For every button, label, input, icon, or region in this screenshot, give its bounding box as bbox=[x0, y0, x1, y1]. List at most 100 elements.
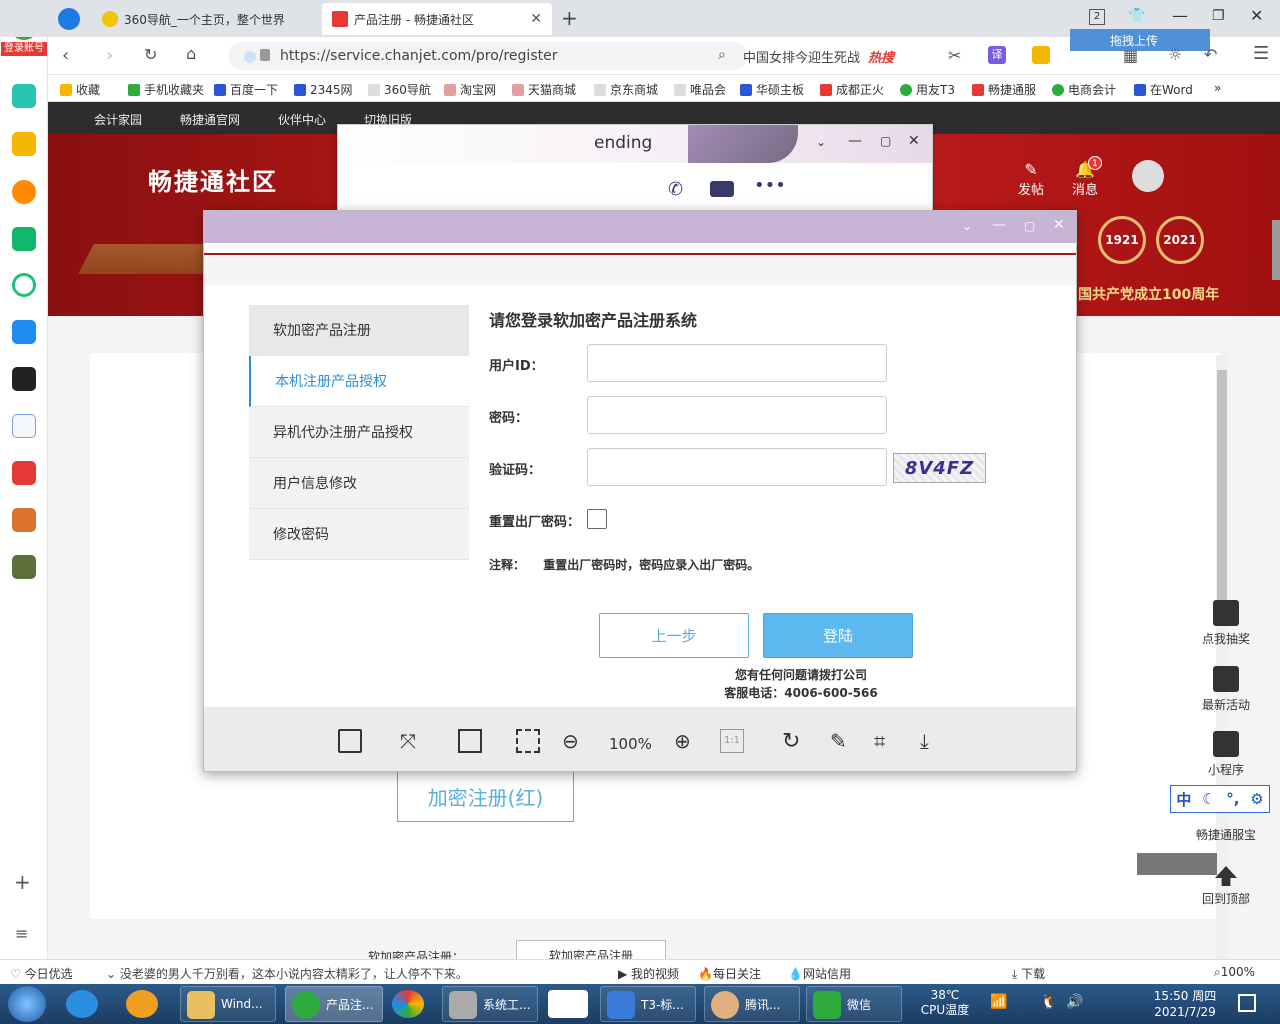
chat-maximize-icon[interactable]: ▢ bbox=[880, 134, 891, 148]
undo-icon[interactable]: ↶ bbox=[1204, 45, 1217, 64]
taskbar-item[interactable]: T3-标... bbox=[600, 986, 696, 1022]
menu-item-local-register[interactable]: 本机注册产品授权 bbox=[249, 356, 469, 407]
news-ticker[interactable]: ⌄ 没老婆的男人千万别看，这本小说内容太精彩了，让人停不下来。 bbox=[106, 965, 468, 982]
edit-image-icon[interactable]: ✎ bbox=[830, 729, 854, 753]
security-icon[interactable] bbox=[244, 51, 256, 63]
navigation-icon[interactable] bbox=[58, 8, 80, 30]
health-icon[interactable] bbox=[12, 84, 36, 108]
dialog-chevron-icon[interactable]: ⌄ bbox=[962, 219, 972, 233]
new-tab-icon[interactable]: + bbox=[561, 6, 578, 30]
home-icon[interactable]: ⌂ bbox=[186, 44, 196, 63]
menu-list-icon[interactable]: ≡ bbox=[15, 924, 28, 943]
captcha-input[interactable] bbox=[587, 448, 887, 486]
back-icon[interactable]: ‹ bbox=[62, 45, 69, 66]
password-input[interactable] bbox=[587, 396, 887, 434]
bookmark-item[interactable]: 360导航 bbox=[368, 81, 431, 98]
download-icon[interactable]: ⤓ bbox=[920, 729, 944, 753]
dialog-close-icon[interactable]: ✕ bbox=[1053, 217, 1065, 233]
game-icon[interactable] bbox=[12, 508, 36, 532]
wifi-icon[interactable]: 📶 bbox=[990, 994, 1007, 1010]
soft-encrypt-register-button[interactable]: 软加密产品注册 bbox=[516, 940, 666, 959]
reset-password-checkbox[interactable] bbox=[587, 509, 607, 529]
punct-icon[interactable]: °, bbox=[1226, 790, 1239, 808]
video-call-icon[interactable] bbox=[710, 181, 734, 197]
game2-icon[interactable] bbox=[12, 555, 36, 579]
taskbar-item[interactable]: 产品注... bbox=[285, 986, 383, 1022]
bookmark-item[interactable]: 畅捷通服 bbox=[972, 81, 1036, 98]
layout-icon[interactable] bbox=[338, 729, 362, 753]
cloud-icon[interactable] bbox=[12, 273, 36, 297]
brightness-icon[interactable]: ☼ bbox=[1168, 45, 1182, 64]
ocr-icon[interactable] bbox=[458, 729, 482, 753]
qq-tray-icon[interactable]: 🐧 bbox=[1040, 994, 1057, 1010]
favorite-star-icon[interactable] bbox=[12, 132, 36, 156]
close-window-icon[interactable]: ✕ bbox=[1250, 6, 1263, 25]
taskbar-item[interactable]: 腾讯... bbox=[704, 986, 800, 1022]
ime-toolbar[interactable]: 中 ☾ °, ⚙ bbox=[1170, 785, 1270, 813]
translate-icon[interactable]: 译 bbox=[988, 46, 1006, 64]
rotate-icon[interactable]: ↻ bbox=[782, 729, 806, 754]
p-app-icon[interactable] bbox=[12, 320, 36, 344]
site-title[interactable]: 畅捷通社区 bbox=[148, 162, 278, 197]
global-news-icon[interactable] bbox=[12, 367, 36, 391]
encrypt-register-red-button[interactable]: 加密注册(红) bbox=[397, 770, 574, 822]
bookmark-item[interactable]: 成都正火 bbox=[820, 81, 884, 98]
minimize-icon[interactable]: — bbox=[1172, 6, 1188, 25]
app-icon[interactable] bbox=[126, 990, 158, 1018]
today-picks[interactable]: ♡ 今日优选 bbox=[10, 965, 73, 982]
baidu-disk-icon[interactable] bbox=[548, 990, 588, 1018]
scroll-thumb[interactable] bbox=[1217, 370, 1227, 600]
tab-product-register[interactable]: 产品注册 - 畅捷通社区 ✕ bbox=[322, 3, 552, 35]
voice-call-icon[interactable]: ✆ bbox=[668, 179, 683, 200]
upload-button[interactable]: 拖拽上传 bbox=[1070, 29, 1210, 51]
chat-close-icon[interactable]: ✕ bbox=[908, 133, 920, 149]
url-input[interactable]: https://service.chanjet.com/pro/register bbox=[228, 42, 748, 70]
activity-floater[interactable]: 最新活动 bbox=[1196, 666, 1256, 713]
bookmark-item[interactable]: 唯品会 bbox=[674, 81, 726, 98]
tab-count-badge[interactable]: 2 bbox=[1089, 9, 1105, 25]
fit-icon[interactable]: ⤧ bbox=[400, 729, 424, 753]
bookmark-item[interactable]: 百度一下 bbox=[214, 81, 278, 98]
forward-icon[interactable]: › bbox=[106, 45, 113, 66]
word-doc-icon[interactable] bbox=[12, 414, 36, 438]
my-videos[interactable]: ▶ 我的视频 bbox=[618, 965, 679, 982]
start-button[interactable] bbox=[8, 986, 46, 1022]
lottery-floater[interactable]: 点我抽奖 bbox=[1196, 600, 1256, 647]
taskbar-item[interactable]: 系统工... bbox=[442, 986, 538, 1022]
taskbar-item[interactable]: 微信 bbox=[806, 986, 902, 1022]
chevron-down-icon[interactable]: ⌄ bbox=[816, 135, 826, 149]
zoom-out-icon[interactable]: ⊖ bbox=[562, 729, 586, 753]
bookmark-item[interactable]: 天猫商城 bbox=[512, 81, 576, 98]
volume-icon[interactable]: 🔊 bbox=[1066, 994, 1083, 1010]
dialog-maximize-icon[interactable]: ▢ bbox=[1024, 219, 1035, 233]
nav-link[interactable]: 会计家园 bbox=[94, 111, 142, 128]
miniprogram-floater[interactable]: 小程序 bbox=[1196, 731, 1256, 778]
coupon-icon[interactable] bbox=[1032, 46, 1050, 64]
bookmark-item[interactable]: 用友T3 bbox=[900, 81, 955, 98]
post-button[interactable]: ✎ 发帖 bbox=[1016, 160, 1046, 198]
grid-icon[interactable]: ▦ bbox=[1123, 46, 1138, 65]
menu-icon[interactable]: ☰ bbox=[1253, 43, 1269, 64]
bookmark-item[interactable]: 电商会计 bbox=[1052, 81, 1116, 98]
moon-icon[interactable]: ☾ bbox=[1202, 790, 1215, 808]
close-tab-icon[interactable]: ✕ bbox=[530, 11, 542, 27]
actual-size-icon[interactable]: 1:1 bbox=[720, 729, 744, 753]
refresh-icon[interactable]: ↻ bbox=[144, 45, 157, 64]
tab-360-nav[interactable]: 360导航_一个主页，整个世界 bbox=[92, 3, 317, 35]
scissors-icon[interactable]: ✂ bbox=[948, 46, 961, 65]
maximize-icon[interactable]: ❐ bbox=[1212, 8, 1225, 24]
bookmark-item[interactable]: 2345网 bbox=[294, 81, 353, 98]
page-zoom[interactable]: ⌕100% bbox=[1214, 965, 1255, 980]
captcha-image[interactable]: 8V4FZ bbox=[893, 453, 986, 483]
ie-icon[interactable] bbox=[66, 990, 98, 1018]
notification-icon[interactable] bbox=[1238, 994, 1256, 1012]
ime-lang[interactable]: 中 bbox=[1176, 789, 1191, 810]
chrome-icon[interactable] bbox=[392, 990, 424, 1018]
bookmark-item[interactable]: 在Word bbox=[1134, 81, 1193, 98]
xiaohongshu-icon[interactable] bbox=[12, 461, 36, 485]
menu-item-change-password[interactable]: 修改密码 bbox=[249, 509, 469, 560]
service-floater[interactable]: 畅捷通服宝 bbox=[1196, 826, 1256, 843]
previous-button[interactable]: 上一步 bbox=[599, 613, 749, 658]
bookmark-item[interactable]: 淘宝网 bbox=[444, 81, 496, 98]
menu-item-remote-register[interactable]: 异机代办注册产品授权 bbox=[249, 407, 469, 458]
